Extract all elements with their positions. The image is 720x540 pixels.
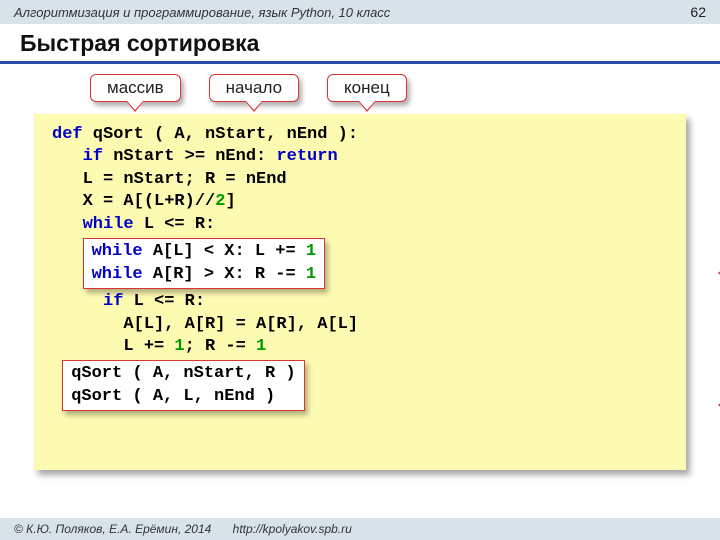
content-wrap: def qSort ( A, nStart, nEnd ): if nStart… (0, 114, 720, 470)
slide-footer: © К.Ю. Поляков, Е.А. Ерёмин, 2014 http:/… (0, 518, 720, 540)
copyright: © К.Ю. Поляков, Е.А. Ерёмин, 2014 (14, 522, 211, 536)
slide-header: Алгоритмизация и программирование, язык … (0, 0, 720, 24)
inner-box-recursion: qSort ( A, nStart, R ) qSort ( A, L, nEn… (62, 360, 304, 411)
title-rule (0, 61, 720, 64)
kw-if: if (83, 147, 103, 166)
label-start: начало (209, 74, 299, 102)
label-array: массив (90, 74, 181, 102)
footer-url[interactable]: http://kpolyakov.spb.ru (233, 522, 352, 536)
inner-box-partition: while A[L] < X: L += 1 while A[R] > X: R… (83, 238, 325, 289)
page-title: Быстрая сортировка (0, 24, 720, 61)
param-labels-row: массив начало конец (0, 74, 720, 102)
kw-return: return (276, 147, 337, 166)
label-end: конец (327, 74, 407, 102)
code-block: def qSort ( A, nStart, nEnd ): if nStart… (34, 114, 686, 470)
page-number: 62 (690, 4, 706, 20)
course-title: Алгоритмизация и программирование, язык … (14, 5, 390, 20)
kw-def: def (52, 125, 83, 144)
kw-while: while (83, 215, 134, 234)
kw-if2: if (103, 292, 123, 311)
